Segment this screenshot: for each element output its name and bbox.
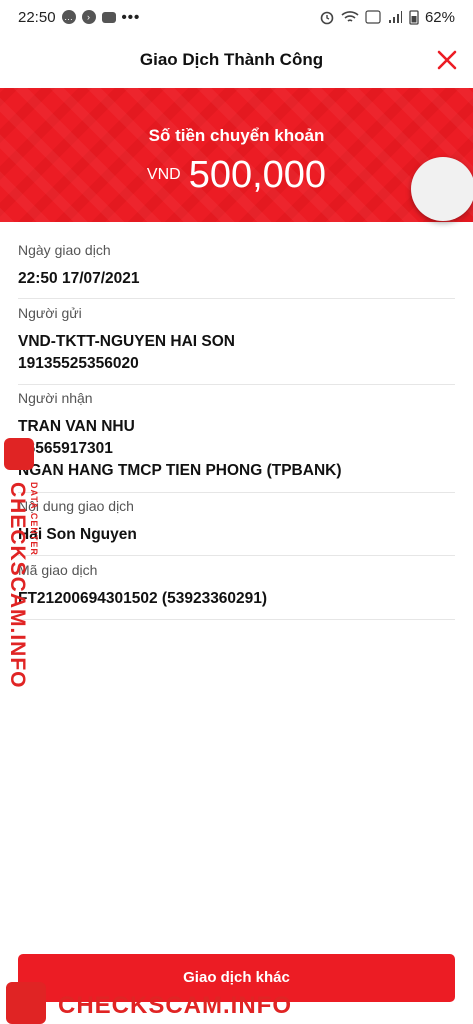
status-bar-left: 22:50 … › ••• [18, 9, 140, 26]
battery-percent: 62% [424, 8, 455, 26]
detail-receiver: Người nhận TRAN VAN NHU 06565917301 NGAN… [18, 390, 455, 493]
status-bar-right: 62% [319, 9, 455, 26]
amount-value: 500,000 [188, 154, 327, 196]
page-title: Giao Dịch Thành Công [139, 50, 324, 69]
amount-currency: VND [146, 166, 181, 183]
detail-date: Ngày giao dịch 22:50 17/07/2021 [18, 242, 455, 299]
sender-account: 19135525356020 [18, 355, 139, 372]
status-bar: 22:50 … › ••• 62% [0, 0, 473, 34]
detail-date-label: Ngày giao dịch [18, 242, 111, 258]
chat-icon: … [61, 10, 76, 24]
watermark-bottom-brand: CHECKSCAM.INFO [58, 992, 292, 1019]
watermark-sub: DATA CENTER [29, 482, 39, 556]
detail-content-value: Hai Son Nguyen [18, 526, 137, 543]
wifi-icon [341, 11, 359, 22]
detail-content-label: Nội dung giao dịch [18, 498, 134, 514]
watermark-bottom: CHECKSCAM.INFO [0, 968, 473, 1024]
more-notifications-icon: ••• [121, 8, 141, 26]
detail-receiver-label: Người nhận [18, 390, 93, 406]
detail-sender: Người gửi VND-TKTT-NGUYEN HAI SON 191355… [18, 305, 455, 385]
floating-action-button[interactable] [411, 157, 473, 221]
receiver-name: TRAN VAN NHU [18, 418, 135, 435]
amount-row: VND 500,000 [0, 154, 473, 197]
detail-code: Mã giao dịch FT21200694301502 (539233602… [18, 562, 455, 620]
detail-content: Nội dung giao dịch Hai Son Nguyen [18, 498, 455, 556]
detail-code-label: Mã giao dịch [18, 562, 98, 578]
status-time: 22:50 [18, 8, 56, 26]
youtube-icon [101, 11, 116, 23]
play-icon: › [81, 10, 96, 24]
close-icon[interactable] [435, 48, 459, 72]
detail-date-value: 22:50 17/07/2021 [18, 270, 140, 287]
battery-icon [409, 10, 419, 25]
amount-label: Số tiền chuyển khoản [148, 126, 325, 145]
watermark-brand: CHECKSCAM.INFO [6, 482, 29, 689]
signal-icon [388, 11, 402, 23]
detail-code-value: FT21200694301502 (53923360291) [18, 590, 268, 607]
receiver-bank: NGAN HANG TMCP TIEN PHONG (TPBANK) [18, 462, 342, 479]
volte-icon [365, 10, 381, 24]
sender-name: VND-TKTT-NGUYEN HAI SON [18, 333, 235, 350]
amount-banner: Số tiền chuyển khoản VND 500,000 [0, 88, 473, 222]
receiver-account: 06565917301 [18, 440, 113, 457]
alarm-icon [320, 11, 334, 25]
detail-sender-label: Người gửi [18, 305, 82, 321]
watermark-bottom-lock-icon [6, 982, 46, 1024]
watermark-lock-icon [4, 438, 34, 470]
watermark-vertical: CHECKSCAM.INFO DATA CENTER [2, 438, 42, 689]
page-header: Giao Dịch Thành Công [0, 36, 473, 84]
